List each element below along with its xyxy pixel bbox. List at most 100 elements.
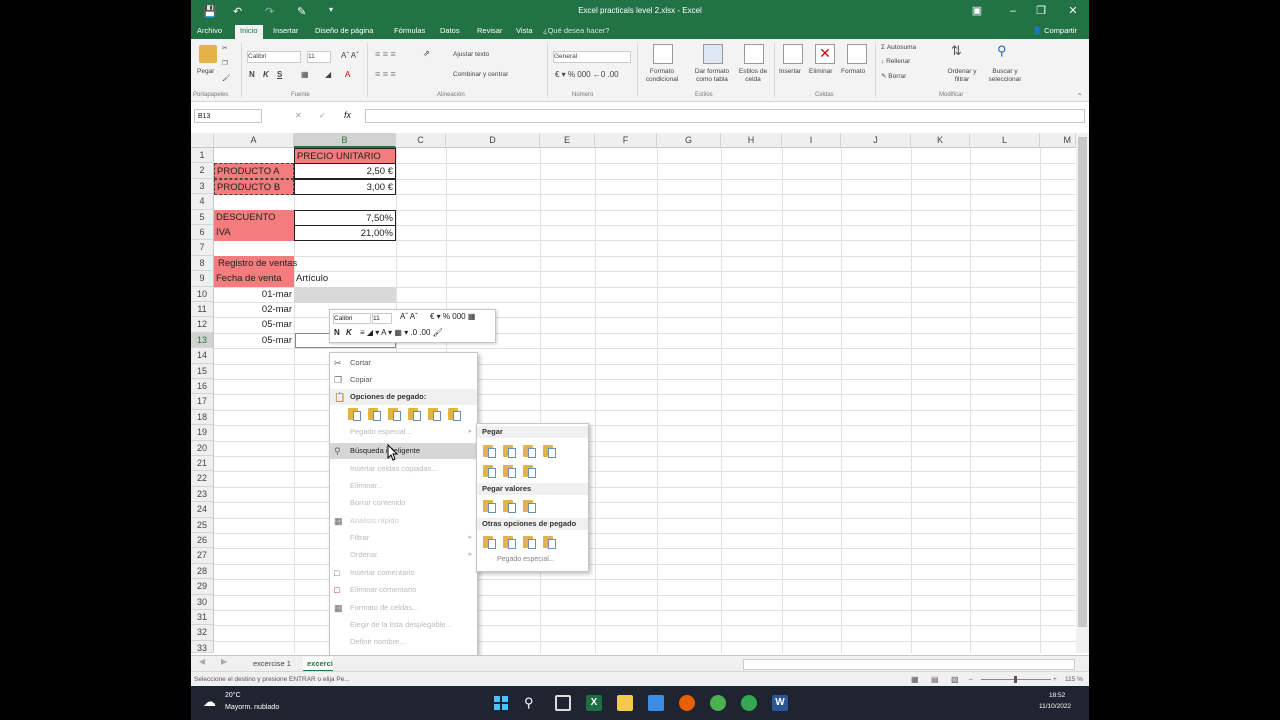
tab-datos[interactable]: Datos	[440, 26, 460, 35]
cut-icon[interactable]: ✂	[222, 44, 227, 52]
cancel-entry-icon[interactable]: ✕	[295, 111, 302, 120]
delete-cells-button[interactable]: Eliminar	[809, 68, 832, 75]
row-header-24[interactable]: 24	[191, 502, 214, 518]
tab-inicio[interactable]: Inicio	[235, 25, 263, 39]
zoom-in-icon[interactable]: +	[1053, 672, 1057, 687]
name-box[interactable]: B13	[194, 109, 262, 123]
paste-option-icon[interactable]	[483, 464, 497, 478]
paste-option-icon[interactable]	[503, 444, 517, 458]
select-all-corner[interactable]	[191, 133, 214, 148]
format-painter-icon[interactable]: 🖌	[222, 74, 230, 82]
cell-b10[interactable]	[294, 287, 396, 303]
firefox-icon[interactable]	[679, 695, 695, 711]
orientation-icon[interactable]: ⇗	[423, 49, 430, 58]
cell-a6[interactable]: IVA	[214, 225, 294, 241]
fill-button[interactable]: Rellenar	[886, 58, 910, 65]
find-icon[interactable]: ⚲	[997, 43, 1007, 59]
tab-diseno[interactable]: Diseño de página	[315, 26, 373, 35]
cell-a5[interactable]: DESCUENTO	[214, 209, 294, 226]
share-button[interactable]: 👤 Compartir	[1033, 26, 1077, 35]
delete-cells-icon[interactable]: ✕	[815, 44, 835, 64]
column-header-d[interactable]: D	[446, 133, 540, 148]
paste-option-icon[interactable]	[388, 407, 402, 421]
font-name-select[interactable]: Calibri	[247, 51, 301, 63]
row-header-25[interactable]: 25	[191, 517, 214, 533]
row-header-33[interactable]: 33	[191, 640, 214, 653]
column-header-k[interactable]: K	[911, 133, 970, 148]
fill-color-icon[interactable]: ◢	[325, 70, 331, 79]
column-header-e[interactable]: E	[540, 133, 595, 148]
collapse-ribbon-icon[interactable]: ⌃	[1077, 92, 1082, 100]
row-header-7[interactable]: 7	[191, 240, 214, 256]
cell-b1[interactable]: PRECIO UNITARIO	[294, 148, 396, 164]
store-icon[interactable]	[648, 695, 664, 711]
row-header-32[interactable]: 32	[191, 625, 214, 641]
cell-a12[interactable]: 05-mar	[214, 317, 294, 333]
row-header-4[interactable]: 4	[191, 194, 214, 210]
row-header-3[interactable]: 3	[191, 178, 214, 195]
zoom-level[interactable]: 115 %	[1065, 672, 1083, 687]
merge-center-button[interactable]: Combinar y centrar	[453, 71, 508, 78]
row-header-17[interactable]: 17	[191, 394, 214, 410]
row-header-15[interactable]: 15	[191, 363, 214, 379]
row-header-19[interactable]: 19	[191, 425, 214, 441]
paste-value-icon[interactable]	[503, 499, 517, 513]
mini-align-fill-icons[interactable]: ≡ ◢ ▾ A ▾ ▦ ▾ .0 .00 🖌	[360, 328, 443, 337]
cell-a10[interactable]: 01-mar	[214, 287, 294, 303]
row-header-5[interactable]: 5	[191, 209, 214, 225]
mini-grow-font-icon[interactable]: Aˆ Aˇ	[400, 312, 418, 321]
menu-pick-list[interactable]: Elegir de la lista desplegable...	[330, 617, 477, 633]
menu-cut[interactable]: ✂ Cortar	[330, 355, 477, 371]
column-header-m[interactable]: M	[1040, 133, 1076, 148]
row-header-13[interactable]: 13	[191, 332, 214, 349]
cell-b6[interactable]: 21,00%	[294, 225, 396, 241]
row-header-21[interactable]: 21	[191, 456, 214, 472]
cell-a13[interactable]: 05-mar	[214, 333, 294, 349]
word-taskbar-icon[interactable]: W	[772, 695, 788, 711]
vertical-scrollbar[interactable]	[1076, 133, 1089, 653]
clear-icon[interactable]: ✎	[881, 73, 886, 80]
conditional-format-icon[interactable]	[653, 44, 673, 64]
paste-option-icon[interactable]	[503, 464, 517, 478]
menu-sort[interactable]: Ordenar ▸	[330, 547, 477, 563]
insert-cells-icon[interactable]	[783, 44, 803, 64]
submenu-paste-special[interactable]: Pegado especial...	[497, 556, 555, 563]
bold-button[interactable]: N	[249, 70, 255, 79]
chrome-alt-icon[interactable]	[741, 695, 757, 711]
mini-bold-button[interactable]: N	[334, 328, 340, 337]
paste-option-icon[interactable]	[543, 444, 557, 458]
search-icon[interactable]: ⚲	[524, 695, 540, 711]
zoom-out-icon[interactable]: –	[969, 672, 973, 687]
formula-input[interactable]	[365, 109, 1085, 123]
view-normal-icon[interactable]: ▦	[911, 672, 919, 687]
cell-b2[interactable]: 2,50 €	[294, 163, 396, 180]
weather-icon[interactable]: ☁	[203, 694, 216, 710]
row-header-27[interactable]: 27	[191, 548, 214, 564]
horizontal-scrollbar[interactable]	[743, 659, 1075, 670]
row-header-2[interactable]: 2	[191, 163, 214, 179]
column-header-l[interactable]: L	[970, 133, 1040, 148]
insert-cells-button[interactable]: Insertar	[779, 68, 801, 75]
cell-a3[interactable]: PRODUCTO B	[214, 178, 294, 195]
paste-button-label[interactable]: Pegar	[197, 68, 214, 75]
cell-b3[interactable]: 3,00 €	[294, 178, 396, 195]
number-format-select[interactable]: General	[553, 51, 631, 63]
clear-button[interactable]: Borrar	[888, 73, 906, 80]
font-size-select[interactable]: 11	[307, 51, 331, 63]
currency-percent-icons[interactable]: € ▾ % 000 ←0 .00	[555, 70, 619, 79]
cell-a11[interactable]: 02-mar	[214, 302, 294, 318]
row-header-14[interactable]: 14	[191, 348, 214, 364]
format-table-icon[interactable]	[703, 44, 723, 64]
zoom-slider-thumb[interactable]	[1014, 676, 1017, 683]
fill-icon[interactable]: ↓	[881, 58, 884, 65]
mini-italic-button[interactable]: K	[346, 328, 352, 337]
paste-option-icon[interactable]	[408, 407, 422, 421]
paste-option-icon[interactable]	[483, 444, 497, 458]
clock-time[interactable]: 18:52	[1049, 692, 1065, 699]
paste-option-icon[interactable]	[448, 407, 462, 421]
view-page-layout-icon[interactable]: ▤	[931, 672, 939, 687]
tab-vista[interactable]: Vista	[516, 26, 533, 35]
mini-font-select[interactable]: Calibri	[333, 313, 371, 324]
task-view-icon[interactable]	[555, 695, 571, 711]
menu-insert-comment[interactable]: □ Insertar comentario	[330, 565, 477, 581]
